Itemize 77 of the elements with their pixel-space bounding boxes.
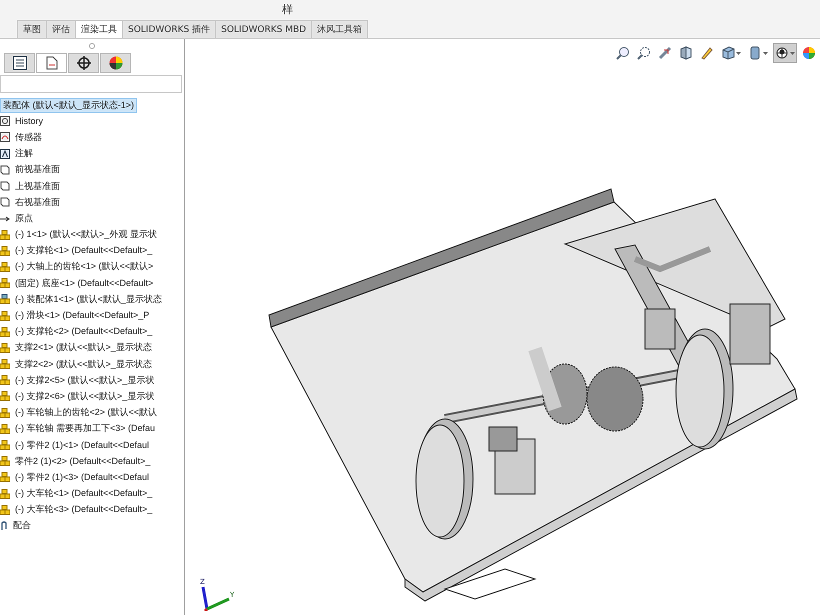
property-icon	[46, 56, 58, 70]
tree-item[interactable]: (-) 车轮轴 需要再加工下<3> (Defau	[13, 422, 158, 436]
tree-item[interactable]: (-) 零件2 (1)<3> (Default<<Defaul	[13, 470, 152, 484]
part-icon	[0, 408, 10, 418]
tree-item[interactable]: 右视基准面	[13, 196, 62, 209]
ribbon-tab[interactable]: SOLIDWORKS 插件	[122, 20, 216, 38]
section-view-icon[interactable]	[679, 46, 693, 60]
panel-tab[interactable]	[68, 53, 99, 73]
tree-item[interactable]: (固定) 底座<1> (Default<<Default>	[13, 276, 156, 290]
tree-item[interactable]: 配合	[11, 519, 33, 532]
caret-icon[interactable]	[763, 50, 768, 56]
tree-item[interactable]: 注解	[13, 147, 35, 160]
tree-item[interactable]: (-) 装配体1<1> (默认<默认_显示状态	[13, 292, 164, 306]
assembly-icon	[0, 294, 10, 304]
part-icon	[0, 488, 10, 499]
caret-icon[interactable]	[736, 50, 741, 56]
part-icon	[0, 391, 10, 402]
tree-item[interactable]: 上视基准面	[13, 180, 62, 193]
ribbon-tab[interactable]: 渲染工具	[75, 20, 123, 38]
display-style-icon[interactable]	[748, 46, 762, 60]
color-ball-icon	[108, 56, 122, 70]
ribbon-tab[interactable]: SOLIDWORKS MBD	[215, 20, 312, 38]
grip-icon	[89, 43, 95, 49]
tree-item[interactable]: (-) 支撑轮<2> (Default<<Default>_	[13, 325, 154, 338]
filter-field[interactable]	[0, 75, 182, 93]
tree-item[interactable]: (-) 支撑轮<1> (Default<<Default>_	[13, 244, 154, 258]
part-icon	[0, 262, 10, 272]
panel-tab[interactable]	[4, 53, 35, 73]
part-icon	[0, 375, 10, 386]
part-icon	[0, 278, 10, 288]
panel-tab[interactable]	[36, 53, 67, 73]
part-icon	[0, 424, 10, 434]
tree-item[interactable]: (-) 滑块<1> (Default<<Default>_P	[13, 309, 152, 322]
tree-item[interactable]: History	[13, 116, 46, 126]
panel-tab[interactable]	[100, 53, 131, 73]
tree-item[interactable]: (-) 支撑2<5> (默认<<默认>_显示状	[13, 374, 156, 387]
caret-icon[interactable]	[790, 50, 795, 56]
ribbon-tab[interactable]: 评估	[46, 20, 76, 38]
part-icon	[0, 310, 10, 321]
previous-view-icon[interactable]	[658, 46, 672, 60]
tree-item[interactable]: 传感器	[13, 130, 44, 144]
tree-item[interactable]: (-) 1<1> (默认<<默认>_外观 显示状	[13, 228, 159, 242]
tree-item[interactable]: (-) 支撑2<6> (默认<<默认>_显示状	[13, 390, 156, 403]
tree-item[interactable]: (-) 大轴上的齿轮<1> (默认<<默认>	[13, 260, 156, 274]
part-icon	[0, 359, 10, 370]
part-icon	[0, 440, 10, 450]
part-icon	[0, 246, 10, 256]
part-icon	[0, 456, 10, 466]
tree-item[interactable]: (-) 车轮轴上的齿轮<2> (默认<<默认	[13, 406, 160, 420]
paperclip-icon	[0, 520, 8, 531]
tree-item[interactable]: (-) 大车轮<1> (Default<<Default>_	[13, 487, 154, 500]
crosshair-icon	[76, 56, 90, 70]
ribbon-tab[interactable]: 沐风工具箱	[311, 20, 368, 38]
tree-item[interactable]: 零件2 (1)<2> (Default<<Default>_	[13, 454, 152, 468]
annotation-icon	[0, 148, 10, 159]
tree-item[interactable]: 前视基准面	[13, 163, 62, 176]
tree-item[interactable]: (-) 零件2 (1)<1> (Default<<Defaul	[13, 438, 152, 452]
tree-item[interactable]: 原点	[13, 212, 35, 225]
feature-tree-icon	[12, 56, 26, 70]
part-icon	[0, 472, 10, 482]
appearance-icon[interactable]	[802, 46, 816, 60]
zoom-area-icon[interactable]	[637, 46, 651, 60]
part-icon	[0, 230, 10, 240]
tree-item[interactable]: 支撑2<2> (默认<<默认>_显示状态	[13, 358, 154, 371]
cube-icon[interactable]	[721, 46, 735, 60]
part-icon	[0, 326, 10, 337]
ribbon-label[interactable]: 样	[282, 2, 293, 17]
part-icon	[0, 342, 10, 353]
part-icon	[0, 504, 10, 515]
sensor-icon	[0, 132, 10, 142]
pencil-icon[interactable]	[700, 46, 714, 60]
tree-item[interactable]: 支撑2<1> (默认<<默认>_显示状态	[13, 341, 154, 354]
history-icon	[0, 116, 10, 126]
ribbon-tab[interactable]: 草图	[17, 20, 47, 38]
tree-item[interactable]: (-) 大车轮<3> (Default<<Default>_	[13, 503, 154, 516]
zoom-icon[interactable]	[616, 46, 630, 60]
tree-root-item[interactable]: 装配体 (默认<默认_显示状态-1>)	[0, 98, 138, 113]
